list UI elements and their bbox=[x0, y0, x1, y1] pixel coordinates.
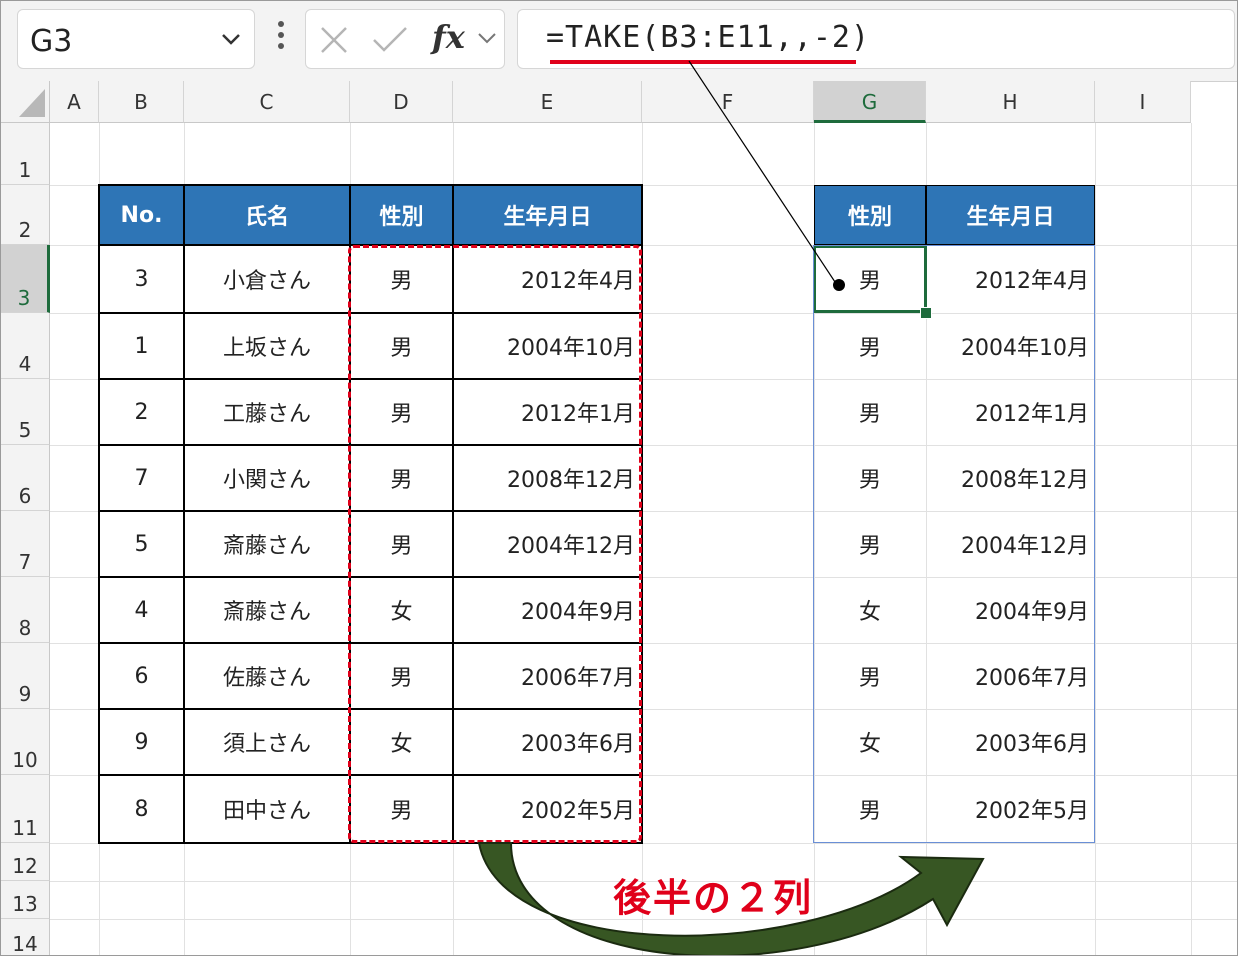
spreadsheet-window: G3 fx =TAKE(B3:E11,,-2) ABCDEF G H I 1 2… bbox=[0, 0, 1238, 956]
curved-arrow-icon bbox=[477, 842, 985, 955]
annotation-label: 後半の２列 bbox=[613, 876, 814, 920]
